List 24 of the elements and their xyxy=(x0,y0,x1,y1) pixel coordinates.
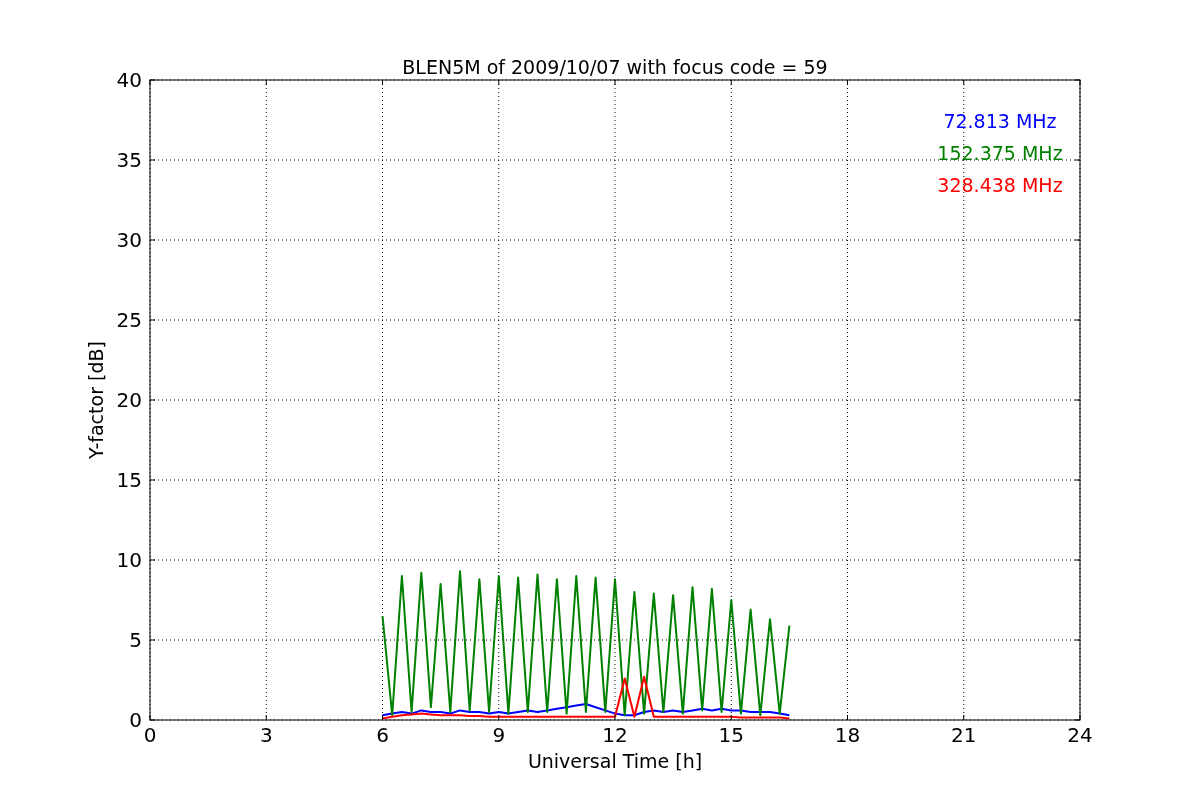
tick-label: 5 xyxy=(129,628,142,652)
tick-label: 10 xyxy=(116,548,142,572)
tick-label: 35 xyxy=(116,148,142,172)
tick-label: 0 xyxy=(129,708,142,732)
tick-label: 9 xyxy=(492,723,506,747)
tick-label: 3 xyxy=(259,723,273,747)
tick-label: 0 xyxy=(143,723,157,747)
tick-label: 40 xyxy=(116,68,142,92)
legend-label: 72.813 MHz xyxy=(943,110,1057,132)
tick-label: 15 xyxy=(718,723,744,747)
tick-label: 25 xyxy=(116,308,142,332)
axis-label: Y-factor [dB] xyxy=(85,341,107,459)
legend-label: 328.438 MHz xyxy=(937,174,1063,196)
axis-label: Universal Time [h] xyxy=(527,750,703,772)
tick-label: 30 xyxy=(116,228,142,252)
tick-label: 20 xyxy=(116,388,142,412)
tick-label: 15 xyxy=(116,468,142,492)
chart-title: BLEN5M of 2009/10/07 with focus code = 59 xyxy=(402,56,828,78)
tick-label: 6 xyxy=(376,723,389,747)
tick-label: 18 xyxy=(834,723,861,747)
tick-label: 21 xyxy=(951,723,977,747)
tick-label: 24 xyxy=(1067,723,1093,747)
tick-label: 12 xyxy=(602,723,628,747)
legend-label: 152.375 MHz xyxy=(937,142,1063,164)
